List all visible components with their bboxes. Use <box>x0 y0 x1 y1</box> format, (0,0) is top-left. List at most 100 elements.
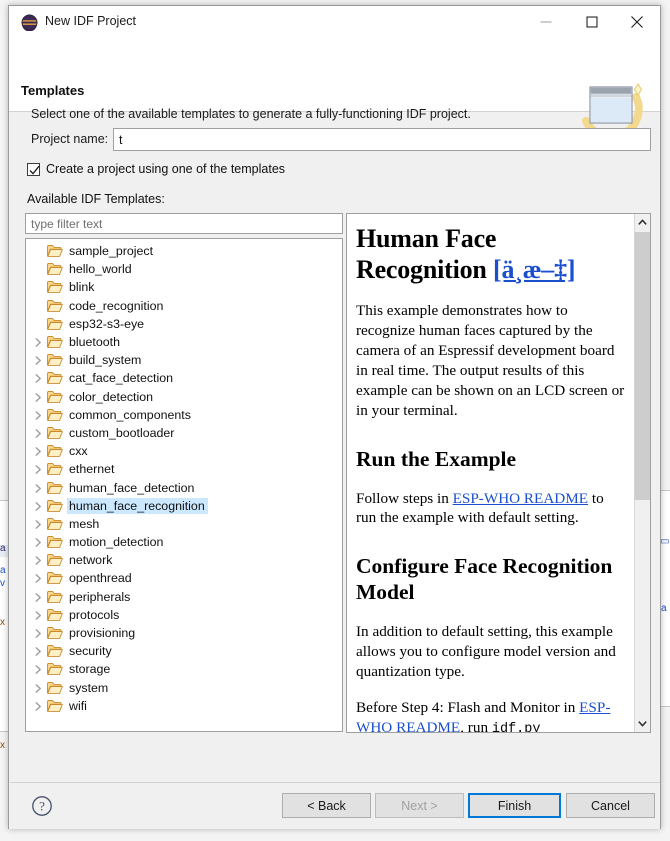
tree-item-label: system <box>69 680 109 695</box>
folder-icon <box>47 644 67 658</box>
tree-item[interactable]: openthread <box>26 569 342 587</box>
tree-item[interactable]: code_recognition <box>26 297 342 315</box>
new-idf-project-dialog: New IDF Project Templates Select one of … <box>8 5 661 829</box>
finish-button[interactable]: Finish <box>468 793 561 818</box>
expand-arrow-icon[interactable] <box>32 515 47 533</box>
tree-item-label: esp32-s3-eye <box>69 316 145 331</box>
template-tree[interactable]: sample_project hello_worldblink code_recog… <box>25 238 343 732</box>
expand-arrow-icon[interactable] <box>32 569 47 587</box>
tree-item[interactable]: blink <box>26 278 342 296</box>
expand-arrow-icon[interactable] <box>32 679 47 697</box>
folder-icon <box>47 590 67 604</box>
folder-icon <box>47 353 67 367</box>
tree-item[interactable]: security <box>26 642 342 660</box>
tree-item-label: motion_detection <box>69 535 164 550</box>
tree-item[interactable]: color_detection <box>26 388 342 406</box>
tree-item-label: storage <box>69 662 111 677</box>
tree-item[interactable]: protocols <box>26 606 342 624</box>
tree-item[interactable]: mesh <box>26 515 342 533</box>
tree-item-label: color_detection <box>69 389 154 404</box>
tree-item[interactable]: system <box>26 679 342 697</box>
folder-icon <box>47 462 67 476</box>
tree-item[interactable]: human_face_recognition <box>26 497 342 515</box>
tree-item[interactable]: peripherals <box>26 588 342 606</box>
tree-item-label: protocols <box>69 607 120 622</box>
tree-item-label: peripherals <box>69 589 131 604</box>
tree-item-label: sample_project <box>69 244 154 259</box>
tree-item-label: code_recognition <box>69 298 164 313</box>
minimize-button[interactable] <box>523 6 568 38</box>
folder-icon <box>47 499 67 513</box>
expand-arrow-icon[interactable] <box>32 660 47 678</box>
back-button[interactable]: < Back <box>282 793 371 818</box>
filter-input[interactable] <box>25 213 343 234</box>
background-text-fragment: v <box>0 578 5 589</box>
esp-who-readme-link[interactable]: ESP-WHO README <box>453 490 588 507</box>
close-button[interactable] <box>614 6 659 38</box>
tree-item[interactable]: sample_project <box>26 242 342 260</box>
preview-scrollbar[interactable] <box>634 214 650 732</box>
template-tree-pane: sample_project hello_worldblink code_recog… <box>25 213 343 732</box>
chevron-down-icon[interactable] <box>635 715 650 732</box>
maximize-button[interactable] <box>569 6 614 38</box>
folder-icon <box>47 317 67 331</box>
tree-item-label: cxx <box>69 444 88 459</box>
expand-arrow-icon[interactable] <box>32 388 47 406</box>
expand-arrow-icon[interactable] <box>32 424 47 442</box>
tree-item[interactable]: storage <box>26 660 342 678</box>
expand-arrow-icon[interactable] <box>32 624 47 642</box>
tree-item[interactable]: network <box>26 551 342 569</box>
dialog-title: New IDF Project <box>45 14 136 28</box>
tree-item-label: human_face_recognition <box>67 497 208 514</box>
expand-arrow-icon[interactable] <box>32 333 47 351</box>
tree-item[interactable]: build_system <box>26 351 342 369</box>
folder-icon <box>47 626 67 640</box>
tree-item[interactable]: human_face_detection <box>26 478 342 496</box>
expand-arrow-icon[interactable] <box>32 606 47 624</box>
tree-item[interactable]: cxx <box>26 442 342 460</box>
espressif-logo-icon <box>21 14 38 32</box>
use-template-checkbox[interactable]: Create a project using one of the templa… <box>27 162 285 176</box>
tree-item[interactable]: motion_detection <box>26 533 342 551</box>
cancel-button[interactable]: Cancel <box>566 793 655 818</box>
project-name-input[interactable] <box>113 128 651 151</box>
help-icon[interactable]: ? <box>31 795 53 817</box>
template-preview-pane: Human Face Recognition [ä¸­æ–‡] This exa… <box>346 213 651 733</box>
expand-arrow-icon[interactable] <box>32 588 47 606</box>
tree-item[interactable]: custom_bootloader <box>26 424 342 442</box>
expand-arrow-icon[interactable] <box>32 442 47 460</box>
tree-item[interactable]: provisioning <box>26 624 342 642</box>
expand-arrow-icon[interactable] <box>32 697 47 715</box>
tree-item[interactable]: cat_face_detection <box>26 369 342 387</box>
tree-item[interactable]: ethernet <box>26 460 342 478</box>
expand-arrow-icon[interactable] <box>32 533 47 551</box>
tree-item-label: bluetooth <box>69 335 120 350</box>
tree-item-label: build_system <box>69 353 142 368</box>
expand-arrow-icon[interactable] <box>32 369 47 387</box>
checkbox-box[interactable] <box>27 162 40 176</box>
folder-icon <box>47 608 67 622</box>
para4-after: , run <box>460 718 492 732</box>
tree-item[interactable]: hello_world <box>26 260 342 278</box>
tree-item[interactable]: esp32-s3-eye <box>26 315 342 333</box>
expand-arrow-icon[interactable] <box>32 406 47 424</box>
chevron-up-icon[interactable] <box>635 214 650 231</box>
folder-icon <box>47 299 67 313</box>
scrollbar-thumb[interactable] <box>635 232 650 500</box>
tree-item-label: blink <box>69 280 95 295</box>
tree-item[interactable]: bluetooth <box>26 333 342 351</box>
expand-arrow-icon[interactable] <box>32 642 47 660</box>
preview-paragraph-1: This example demonstrates how to recogni… <box>356 302 625 419</box>
tree-item[interactable]: wifi <box>26 697 342 715</box>
expand-arrow-icon[interactable] <box>32 351 47 369</box>
tree-item[interactable]: common_components <box>26 406 342 424</box>
expand-arrow-icon[interactable] <box>32 497 47 515</box>
expand-arrow-icon[interactable] <box>32 479 47 497</box>
preview-title-link[interactable]: [ä¸­æ–‡] <box>493 255 576 284</box>
checkbox-label: Create a project using one of the templa… <box>46 162 286 176</box>
dialog-titlebar[interactable]: New IDF Project <box>9 6 660 39</box>
expand-arrow-icon[interactable] <box>32 460 47 478</box>
expand-arrow-icon[interactable] <box>32 551 47 569</box>
